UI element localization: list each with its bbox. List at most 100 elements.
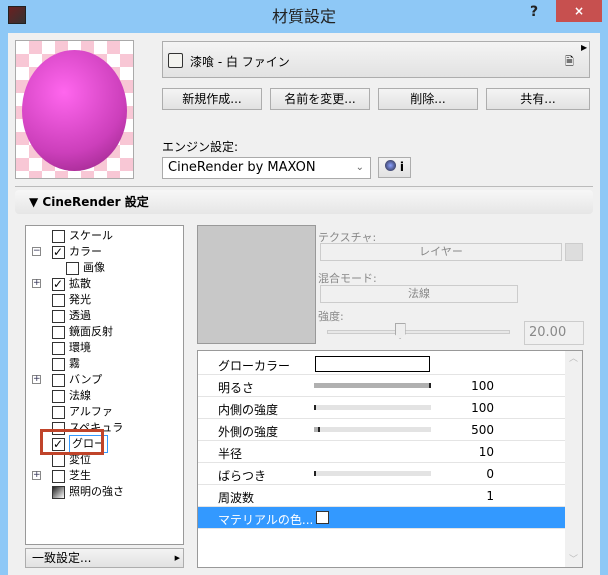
property-checkbox[interactable] — [316, 509, 329, 524]
property-label: 明るさ — [218, 381, 255, 395]
engine-info-button[interactable]: i — [378, 157, 411, 178]
tree-item-label: 霧 — [69, 357, 80, 370]
collapse-triangle-icon: ▼ — [29, 195, 39, 209]
property-label: 周波数 — [218, 491, 255, 505]
channel-checkbox[interactable] — [52, 469, 65, 483]
help-button[interactable]: ? — [530, 4, 538, 20]
engine-value: CineRender by MAXON — [168, 160, 316, 175]
tree-item[interactable]: 発光 — [52, 292, 91, 308]
highlight-box — [40, 429, 104, 455]
strength-slider[interactable] — [327, 323, 510, 339]
expand-icon[interactable]: + — [32, 279, 41, 288]
tree-item-label: バンプ — [69, 373, 103, 386]
tree-item[interactable]: 法線 — [52, 388, 91, 404]
property-value[interactable]: 500 — [471, 423, 494, 437]
channel-checkbox[interactable] — [52, 276, 65, 292]
channel-checkbox[interactable] — [52, 341, 65, 355]
light-strength-icon — [52, 485, 65, 499]
tree-item[interactable]: 画像 — [66, 260, 105, 276]
value-slider[interactable] — [314, 383, 431, 388]
new-button[interactable]: 新規作成... — [162, 88, 262, 110]
scroll-down-icon[interactable]: ﹀ — [565, 552, 582, 565]
material-name: 漆喰 - 白 ファイン — [190, 55, 290, 69]
menu-arrow-icon[interactable]: ▶ — [581, 43, 587, 52]
channel-checkbox[interactable] — [52, 405, 65, 419]
property-label: 外側の強度 — [218, 425, 279, 439]
tree-item[interactable]: 透過 — [52, 308, 91, 324]
property-row[interactable]: ばらつき 0 — [198, 463, 566, 485]
value-slider[interactable] — [314, 427, 431, 432]
window-title: 材質設定 — [271, 7, 336, 26]
divider — [15, 186, 593, 187]
property-value[interactable]: 100 — [471, 401, 494, 415]
property-row[interactable]: 内側の強度 100 — [198, 397, 566, 419]
property-row[interactable]: 半径 10 — [198, 441, 566, 463]
value-slider[interactable] — [314, 405, 431, 410]
channel-checkbox[interactable] — [52, 389, 65, 403]
engine-label: エンジン設定: — [162, 140, 239, 154]
blend-mode-select[interactable]: 法線 — [320, 285, 518, 303]
tree-item-label: アルファ — [69, 405, 113, 418]
property-value[interactable]: 1 — [486, 489, 494, 503]
tree-item[interactable]: 照明の強さ — [52, 484, 124, 500]
property-table: グローカラー 明るさ 100 内側の強度 100 外側の強度 500 半径 10 ばらつき 0 周波数… — [197, 350, 583, 568]
channel-checkbox[interactable] — [52, 293, 65, 307]
section-header[interactable]: ▼ CineRender 設定 — [15, 190, 593, 214]
property-row[interactable]: グローカラー — [198, 353, 566, 375]
image-icon — [66, 261, 79, 275]
chevron-down-icon: ⌄ — [355, 162, 364, 173]
property-row[interactable]: 外側の強度 500 — [198, 419, 566, 441]
tree-item[interactable]: 鏡面反射 — [52, 324, 113, 340]
value-slider[interactable] — [314, 471, 431, 476]
rename-button[interactable]: 名前を変更... — [270, 88, 370, 110]
load-texture-icon[interactable] — [565, 243, 583, 261]
strength-label: 強度: — [318, 310, 344, 323]
color-swatch[interactable] — [315, 356, 430, 372]
scroll-up-icon[interactable]: ︿ — [565, 351, 582, 364]
channel-checkbox[interactable] — [52, 373, 65, 387]
property-row[interactable]: 周波数 1 — [198, 485, 566, 507]
expand-icon[interactable]: + — [32, 375, 41, 384]
tree-item-label: 環境 — [69, 341, 91, 354]
tree-item[interactable]: 芝生 — [52, 468, 91, 484]
channel-checkbox[interactable] — [52, 357, 65, 371]
tree-item[interactable]: 霧 — [52, 356, 80, 372]
collapse-icon[interactable]: − — [32, 247, 41, 256]
expand-icon[interactable]: + — [32, 471, 41, 480]
preview-sphere — [22, 50, 127, 171]
tree-item[interactable]: 拡散 — [52, 276, 91, 292]
tree-item[interactable]: アルファ — [52, 404, 113, 420]
tree-item[interactable]: バンプ — [52, 372, 102, 388]
tree-item-label: 照明の強さ — [69, 485, 124, 498]
tree-item[interactable]: スケール — [52, 228, 113, 244]
channel-checkbox[interactable] — [52, 325, 65, 339]
section-title: CineRender 設定 — [42, 195, 149, 209]
property-row[interactable]: マテリアルの色... — [198, 507, 566, 529]
property-value[interactable]: 10 — [479, 445, 494, 459]
document-icon[interactable]: 🗎 — [565, 53, 574, 72]
strength-input[interactable]: 20.00 — [524, 321, 584, 345]
match-settings-button[interactable]: 一致設定... ▶ — [25, 548, 184, 568]
material-preview — [15, 40, 134, 179]
tree-item-label: 拡散 — [69, 277, 91, 290]
tree-item[interactable]: カラー — [52, 244, 102, 260]
channel-tree: スケールカラー−画像拡散+発光透過鏡面反射環境霧バンプ+法線アルファスペキュラグ… — [25, 225, 184, 545]
app-icon — [8, 6, 26, 24]
property-value[interactable]: 100 — [471, 379, 494, 393]
material-selector[interactable]: 漆喰 - 白 ファイン 🗎 ▶ — [162, 41, 590, 78]
delete-button[interactable]: 削除... — [378, 88, 478, 110]
scrollbar[interactable]: ︿ ﹀ — [565, 351, 582, 567]
tree-item-label: カラー — [69, 245, 102, 258]
info-icon: i — [399, 160, 404, 174]
close-button[interactable]: × — [556, 0, 602, 22]
engine-select[interactable]: CineRender by MAXON ⌄ — [162, 157, 371, 179]
tree-item[interactable]: 環境 — [52, 340, 91, 356]
property-value[interactable]: 0 — [486, 467, 494, 481]
layer-button[interactable]: レイヤー — [320, 243, 562, 261]
channel-checkbox[interactable] — [52, 244, 65, 260]
share-button[interactable]: 共有... — [486, 88, 590, 110]
channel-checkbox[interactable] — [52, 453, 65, 467]
property-label: 内側の強度 — [218, 403, 279, 417]
property-row[interactable]: 明るさ 100 — [198, 375, 566, 397]
channel-checkbox[interactable] — [52, 309, 65, 323]
